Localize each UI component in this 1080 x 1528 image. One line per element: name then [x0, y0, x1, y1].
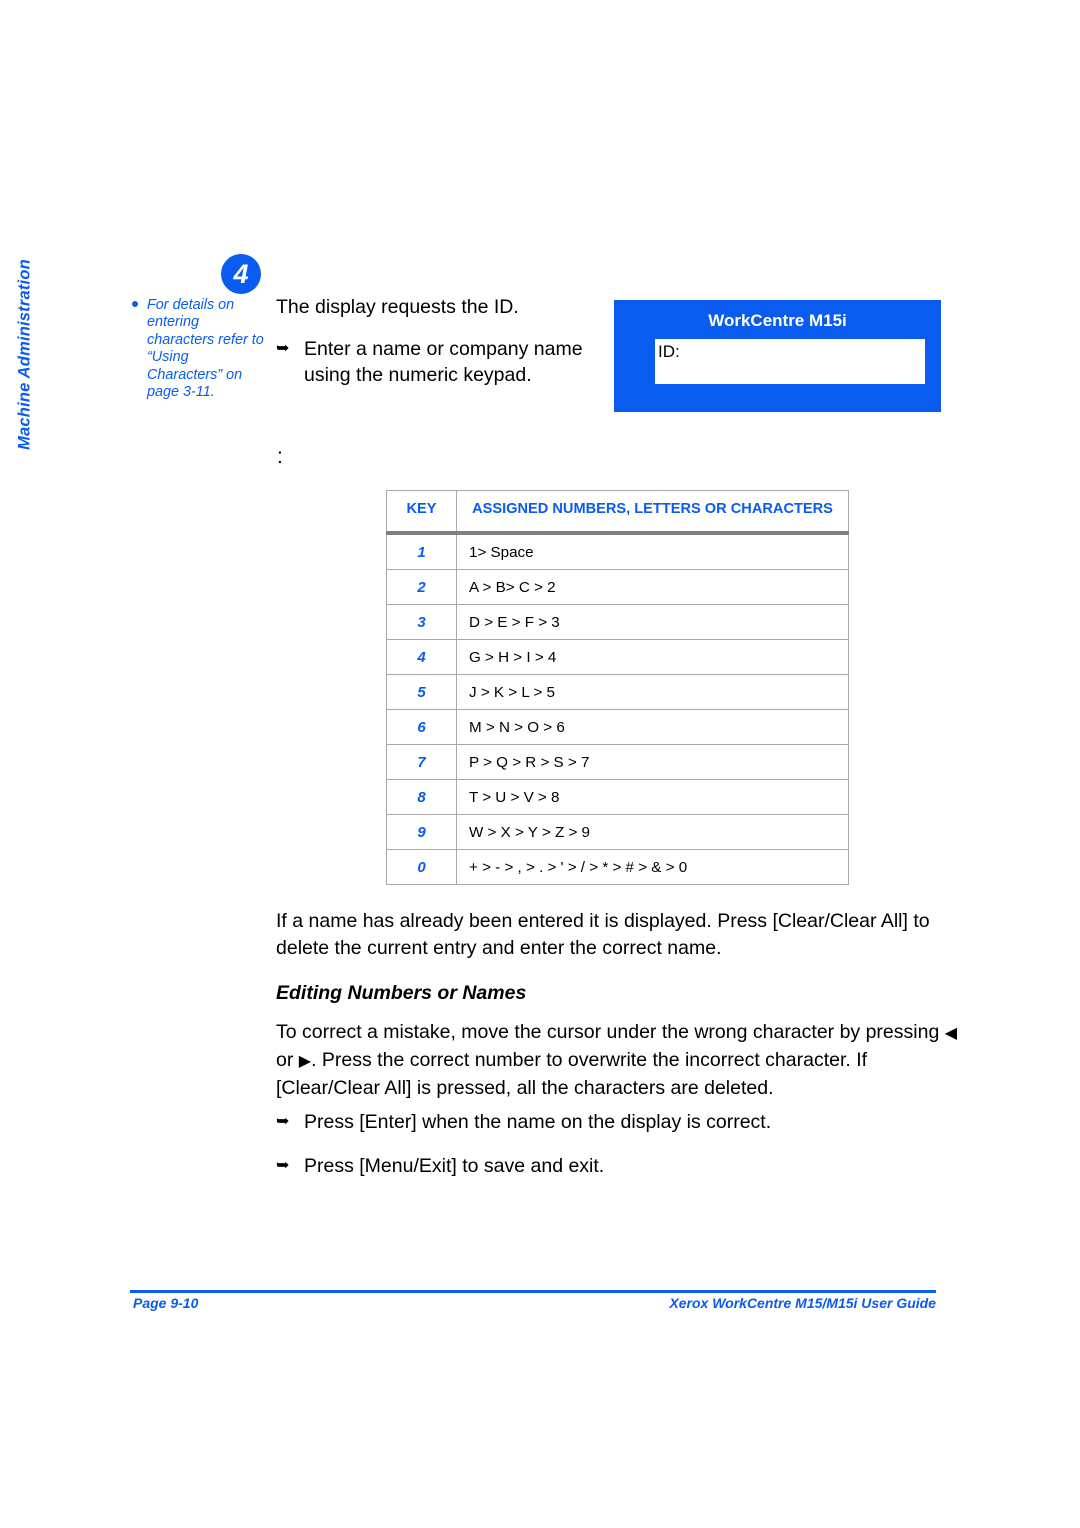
- body-paragraph-1-block: If a name has already been entered it is…: [276, 908, 964, 962]
- closing-bullet-list: ➥ Press [Enter] when the name on the dis…: [276, 1109, 964, 1189]
- section-heading-block: Editing Numbers or Names: [276, 982, 964, 1005]
- body-paragraph-2-part2: . Press the correct number to overwrite …: [276, 1049, 868, 1099]
- step-instructions: The display requests the ID. ➥ Enter a n…: [276, 294, 601, 398]
- margin-note: For details on entering characters refer…: [132, 297, 264, 401]
- step-lead-text: The display requests the ID.: [276, 296, 519, 318]
- key-table-row: 1 1> Space: [386, 532, 849, 570]
- colon-artifact: :: [277, 445, 283, 468]
- document-page: Machine Administration For details on en…: [0, 0, 1080, 1528]
- key-table-cell-key: 2: [386, 569, 457, 605]
- key-table-cell-key: 6: [386, 709, 457, 745]
- key-table-cell-key: 7: [386, 744, 457, 780]
- body-paragraph-1: If a name has already been entered it is…: [276, 910, 930, 959]
- body-paragraph-2: To correct a mistake, move the cursor un…: [276, 1019, 964, 1102]
- closing-bullet-text: Press [Enter] when the name on the displ…: [304, 1111, 772, 1133]
- key-table-cell-key: 3: [386, 604, 457, 640]
- key-table-header-chars: ASSIGNED NUMBERS, LETTERS OR CHARACTERS: [456, 490, 849, 535]
- step-number-badge: 4: [221, 254, 261, 294]
- key-table-header-key: KEY: [386, 490, 457, 535]
- section-heading: Editing Numbers or Names: [276, 982, 527, 1004]
- key-table-cell-key: 1: [386, 532, 457, 570]
- key-table-cell-chars: + > - > , > . > ' > / > * > # > & > 0: [456, 849, 849, 885]
- chapter-tab: Machine Administration: [0, 250, 40, 470]
- key-table-row: 3D > E > F > 3: [386, 604, 849, 640]
- step-arrow-item-text: Enter a name or company name using the n…: [304, 338, 583, 386]
- key-table-row: 9W > X > Y > Z > 9: [386, 814, 849, 850]
- footer-rule: [130, 1290, 936, 1293]
- key-table-row: 0 + > - > , > . > ' > / > * > # > & > 0: [386, 849, 849, 885]
- key-table-cell-key: 0: [386, 849, 457, 885]
- footer-guide-title: Xerox WorkCentre M15/M15i User Guide: [669, 1295, 936, 1311]
- step-arrow-item: ➥ Enter a name or company name using the…: [276, 336, 601, 388]
- key-table-cell-key: 8: [386, 779, 457, 815]
- key-table-cell-key: 4: [386, 639, 457, 675]
- key-table-cell-chars: M > N > O > 6: [456, 709, 849, 745]
- key-table-cell-key: 9: [386, 814, 457, 850]
- key-table-cell-chars: 1> Space: [456, 532, 849, 570]
- lcd-screen: ID:: [655, 339, 925, 384]
- key-table-cell-key: 5: [386, 674, 457, 710]
- lcd-screen-text: ID:: [658, 342, 680, 361]
- key-table-row: 7P > Q > R > S > 7: [386, 744, 849, 780]
- closing-bullet-text: Press [Menu/Exit] to save and exit.: [304, 1155, 605, 1177]
- key-table-cell-chars: W > X > Y > Z > 9: [456, 814, 849, 850]
- key-assignment-table: KEY ASSIGNED NUMBERS, LETTERS OR CHARACT…: [386, 490, 849, 885]
- key-table-cell-chars: A > B> C > 2: [456, 569, 849, 605]
- margin-note-text: For details on entering characters refer…: [147, 297, 264, 401]
- body-paragraph-2-block: To correct a mistake, move the cursor un…: [276, 1019, 964, 1102]
- arrow-bullet-icon: ➥: [276, 1113, 290, 1130]
- key-table-row: 8T > U > V > 8: [386, 779, 849, 815]
- key-table-cell-chars: G > H > I > 4: [456, 639, 849, 675]
- closing-bullet-item: ➥ Press [Menu/Exit] to save and exit.: [276, 1153, 964, 1179]
- body-paragraph-2-part1: To correct a mistake, move the cursor un…: [276, 1021, 940, 1043]
- bullet-dot-icon: [132, 301, 138, 307]
- right-arrow-icon: ▶: [298, 1053, 312, 1070]
- key-table-row: 5J > K > L > 5: [386, 674, 849, 710]
- key-table-row: 6M > N > O > 6: [386, 709, 849, 745]
- closing-bullet-item: ➥ Press [Enter] when the name on the dis…: [276, 1109, 964, 1135]
- key-table-cell-chars: P > Q > R > S > 7: [456, 744, 849, 780]
- key-table-row: 4G > H > I > 4: [386, 639, 849, 675]
- key-table-cell-chars: T > U > V > 8: [456, 779, 849, 815]
- key-table-cell-chars: D > E > F > 3: [456, 604, 849, 640]
- left-arrow-icon: ◀: [944, 1025, 958, 1042]
- footer-page-label: Page 9-10: [133, 1295, 199, 1311]
- arrow-bullet-icon: ➥: [276, 1157, 290, 1174]
- key-table-head: KEY ASSIGNED NUMBERS, LETTERS OR CHARACT…: [386, 490, 849, 535]
- key-table-header-row: KEY ASSIGNED NUMBERS, LETTERS OR CHARACT…: [386, 490, 849, 535]
- key-table-body: 1 1> Space 2 A > B> C > 23D > E > F > 34G >…: [386, 532, 849, 885]
- key-table-row: 2A > B> C > 2: [386, 569, 849, 605]
- body-paragraph-2-or: or: [276, 1049, 294, 1071]
- arrow-bullet-icon: ➥: [276, 340, 290, 357]
- lcd-display-panel: WorkCentre M15i ID:: [614, 300, 941, 412]
- chapter-tab-label: Machine Administration: [15, 259, 34, 450]
- lcd-panel-title: WorkCentre M15i: [708, 311, 847, 330]
- key-table-cell-chars: J > K > L > 5: [456, 674, 849, 710]
